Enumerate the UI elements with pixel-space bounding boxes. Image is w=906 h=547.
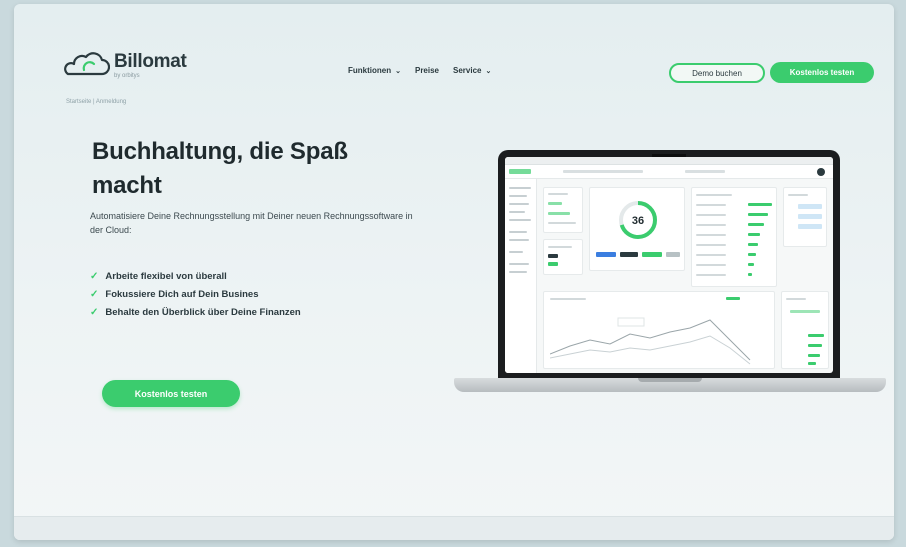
check-icon: ✓ [90, 288, 99, 300]
dashboard-screenshot: 36 [505, 157, 833, 373]
brand-text: Billomat by orbitys [114, 51, 187, 80]
chevron-down-icon: ⌄ [485, 67, 492, 75]
header-trial-button[interactable]: Kostenlos testen [770, 62, 874, 83]
hero-title: Buchhaltung, die Spaß macht [92, 138, 348, 199]
page-bottom-strip [14, 516, 894, 540]
dashboard-line-chart [543, 291, 775, 369]
nav-item-funktionen[interactable]: Funktionen ⌄ [348, 66, 401, 75]
feature-item: ✓ Behalte den Überblick über Deine Finan… [90, 303, 301, 321]
main-nav: Funktionen ⌄ Preise Service ⌄ [348, 66, 491, 75]
demo-button[interactable]: Demo buchen [669, 63, 765, 83]
dashboard-sidebar [505, 179, 537, 373]
hero-trial-button[interactable]: Kostenlos testen [102, 380, 240, 407]
dashboard-browser-bar [505, 157, 833, 165]
feature-text: Arbeite flexibel von überall [105, 270, 227, 282]
hero-description: Automatisiere Deine Rechnungsstellung mi… [90, 211, 413, 235]
laptop-base [454, 378, 886, 392]
dashboard-card-revenue [543, 187, 583, 233]
dashboard-header [505, 165, 833, 179]
nav-item-label: Service [453, 66, 482, 75]
dashboard-card-small [543, 239, 583, 275]
chevron-down-icon: ⌄ [395, 67, 401, 75]
brand-name: Billomat [114, 51, 187, 72]
line-chart-graphic [550, 317, 751, 365]
nav-item-label: Preise [414, 66, 440, 75]
gauge-value: 36 [632, 215, 644, 227]
feature-item: ✓ Fokussiere Dich auf Dein Busines [90, 285, 301, 303]
feature-item: ✓ Arbeite flexibel von überall [90, 267, 301, 285]
laptop-mockup: 36 [454, 150, 886, 400]
brand-sub: by orbitys [114, 73, 140, 79]
dashboard-card-bottom-right [781, 291, 829, 369]
check-icon: ✓ [90, 270, 99, 282]
feature-list: ✓ Arbeite flexibel von überall ✓ Fokussi… [90, 267, 301, 321]
laptop-hinge-notch [638, 378, 702, 382]
dashboard-card-gauge: 36 [589, 187, 685, 271]
check-icon: ✓ [90, 306, 99, 318]
feature-text: Fokussiere Dich auf Dein Busines [105, 288, 259, 300]
nav-item-label: Funktionen [348, 66, 392, 75]
dashboard-card-list [691, 187, 777, 287]
nav-item-service[interactable]: Service ⌄ [453, 66, 491, 75]
dashboard-card-side [783, 187, 827, 247]
cloud-logo-icon [64, 52, 110, 76]
breadcrumb[interactable]: Startseite | Anmeldung [66, 99, 126, 105]
laptop-lid: 36 [498, 150, 840, 380]
feature-text: Behalte den Überblick über Deine Finanze… [105, 306, 301, 318]
gauge-chart: 36 [619, 201, 657, 239]
brand-logo[interactable]: Billomat by orbitys [62, 52, 187, 79]
nav-item-preise[interactable]: Preise [415, 66, 439, 75]
page-frame: Billomat by orbitys Startseite | Anmeldu… [14, 4, 894, 540]
